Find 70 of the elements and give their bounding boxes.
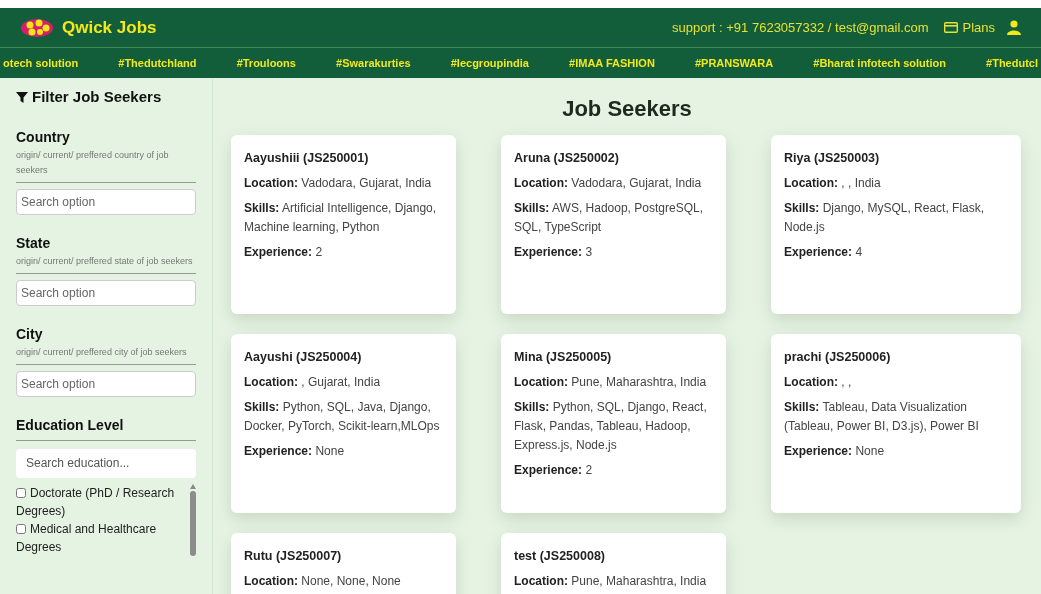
seeker-name: Aayushi (JS250004) (244, 349, 363, 366)
seeker-card[interactable]: Aayushiii (JS250001) Location: Vadodara, Gujarat, India Skills: Artificial Intelligence, Django, Machine learning, Python Experience: 2 (231, 135, 456, 314)
filter-hint: origin/ current/ preffered state of job seekers (16, 253, 196, 274)
seeker-detail: Location: Pune, Maharashtra, India (514, 373, 708, 391)
sidebar-title: Filter Job Seekers (32, 87, 162, 107)
search-field[interactable]: Search option (16, 370, 196, 397)
seeker-detail: Experience: 2 (244, 243, 324, 261)
company-tag[interactable]: #Bharat infotech solution (813, 54, 946, 72)
seeker-detail: Skills: Artificial Intelligence, Django, Machine learning, Python (244, 199, 438, 236)
company-tag[interactable]: #Swarakurties (336, 54, 411, 72)
seeker-detail: Location: Pune, Maharashtra, India (514, 572, 708, 590)
seeker-detail: Experience: None (244, 442, 346, 460)
brand-name[interactable]: Qwick Jobs (62, 14, 157, 41)
filter-label: Education Level (16, 414, 196, 441)
seeker-card[interactable]: Mina (JS250005) Location: Pune, Maharashtra, India Skills: Python, SQL, Django, React, Flask, Pandas, Tableau, Hadoop, Express.js, Node.js Experience: 2 (501, 334, 726, 513)
seeker-name: test (JS250008) (514, 548, 607, 565)
checkbox[interactable] (16, 524, 26, 535)
card-icon (944, 22, 959, 33)
seeker-detail: Skills: Tableau, Data Visualization (Tableau, Power BI, D3.js), Power BI (784, 398, 980, 435)
company-tag[interactable]: #Thedutchland (118, 54, 197, 72)
seeker-card[interactable]: Rutu (JS250007) Location: None, None, None (231, 533, 456, 594)
seeker-card[interactable]: prachi (JS250006) Location: , , Skills: Tableau, Data Visualization (Tableau, Power BI, D3.js), Power BI Experience: None (771, 334, 1021, 513)
scrollbar-thumb[interactable] (189, 490, 196, 556)
plans-link[interactable]: Plans (944, 17, 995, 38)
seeker-detail: Skills: AWS, Hadoop, PostgreSQL, SQL, TypeScript (514, 199, 704, 236)
filter-label: City (16, 324, 44, 344)
filter-label: Country (16, 127, 71, 147)
seeker-name: Rutu (JS250007) (244, 548, 343, 565)
company-tag[interactable]: #IMAA FASHION (569, 54, 655, 72)
search-field[interactable]: Search option (16, 188, 196, 215)
seeker-detail: Experience: None (784, 442, 886, 460)
seeker-card[interactable]: Aruna (JS250002) Location: Vadodara, Gujarat, India Skills: AWS, Hadoop, PostgreSQL, SQL, TypeScript Experience: 3 (501, 135, 726, 314)
page-title: Job Seekers (561, 95, 693, 123)
company-tag[interactable]: #Iecgroupindia (450, 54, 529, 72)
seeker-card[interactable]: Riya (JS250003) Location: , , India Skills: Django, MySQL, React, Flask, Node.js Experience: 4 (771, 135, 1021, 314)
seeker-detail: Experience: 4 (784, 243, 864, 261)
seeker-detail: Location: , Gujarat, India (244, 373, 382, 391)
seeker-detail: Experience: 3 (514, 243, 594, 261)
seeker-card[interactable]: Aayushi (JS250004) Location: , Gujarat, India Skills: Python, SQL, Java, Django, Docker, PyTorch, Scikit-learn,MLOps Experience: None (231, 334, 456, 513)
seeker-name: Aayushiii (JS250001) (244, 150, 370, 167)
seeker-name: Mina (JS250005) (514, 349, 613, 366)
seeker-detail: Skills: Python, SQL, Django, React, Flask, Pandas, Tableau, Hadoop, Express.js, Node.js (514, 398, 708, 454)
filter-label: State (16, 233, 52, 253)
seeker-detail: Skills: Django, MySQL, React, Flask, Node.js (784, 199, 986, 236)
company-tag[interactable]: otech solution (3, 54, 79, 72)
seeker-card[interactable]: test (JS250008) Location: Pune, Maharashtra, India (501, 533, 726, 594)
filter-icon (16, 91, 28, 104)
seeker-detail: Location: , , (784, 373, 853, 391)
company-tag[interactable]: #Trouloons (236, 54, 296, 72)
company-tag[interactable]: #Thedutcl (986, 54, 1038, 72)
seeker-detail: Location: Vadodara, Gujarat, India (244, 174, 433, 192)
user-icon[interactable] (1007, 20, 1021, 35)
seeker-detail: Skills: Python, SQL, Java, Django, Docker, PyTorch, Scikit-learn,MLOps (244, 398, 441, 435)
seeker-name: prachi (JS250006) (784, 349, 892, 366)
seeker-detail: Experience: 2 (514, 461, 594, 479)
filter-hint: origin/ current/ preffered city of job seekers (16, 344, 196, 365)
support-text: support : +91 7623057332 / test@gmail.com (672, 18, 929, 37)
search-field[interactable]: Search education... (16, 448, 196, 478)
checkbox[interactable] (16, 488, 26, 499)
search-field[interactable]: Search option (16, 279, 196, 306)
seeker-name: Riya (JS250003) (784, 150, 881, 167)
filter-hint: origin/ current/ preffered country of job seekers (16, 147, 196, 183)
seeker-name: Aruna (JS250002) (514, 150, 620, 167)
logo-icon (20, 17, 54, 38)
seeker-detail: Location: None, None, None (244, 572, 402, 590)
company-tag[interactable]: #PRANSWARA (694, 54, 774, 72)
education-option[interactable]: Medical and Healthcare Degrees (16, 519, 185, 556)
seeker-detail: Location: Vadodara, Gujarat, India (514, 174, 703, 192)
education-option[interactable]: Doctorate (PhD / Research Degrees) (16, 483, 185, 520)
seeker-detail: Location: , , India (784, 174, 882, 192)
